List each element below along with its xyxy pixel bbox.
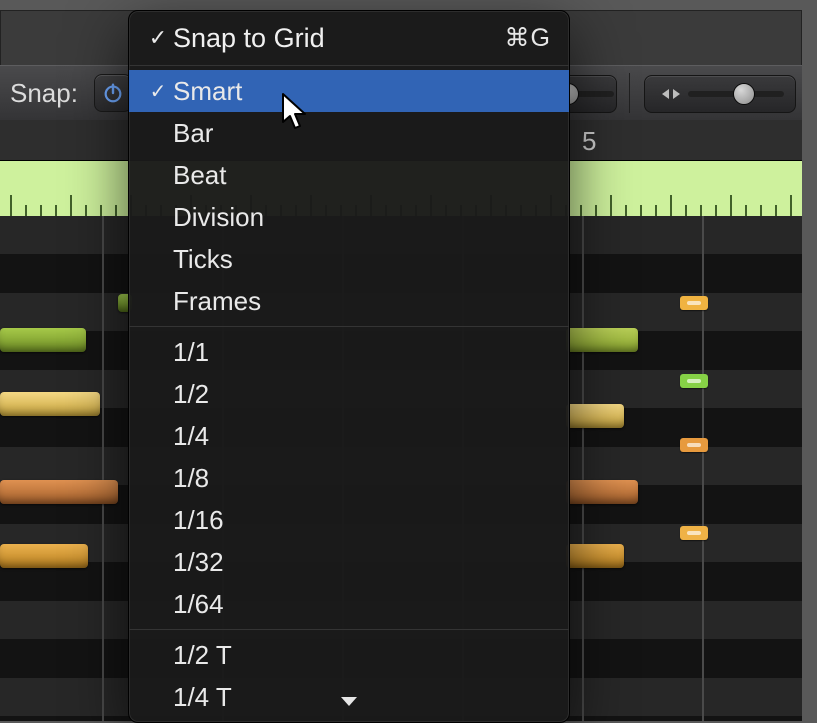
menu-item-label: 1/64	[173, 589, 224, 620]
menu-scroll-indicator[interactable]	[129, 696, 569, 716]
menu-item-label: Frames	[173, 286, 261, 317]
menu-item-label: 1/8	[173, 463, 209, 494]
menu-item-label: 1/2	[173, 379, 209, 410]
horizontal-zoom-slider[interactable]	[644, 75, 794, 111]
menu-item[interactable]: 1/2	[129, 373, 569, 415]
midi-note[interactable]	[680, 526, 708, 540]
midi-note[interactable]	[680, 374, 708, 388]
snap-label: Snap:	[6, 78, 78, 109]
menu-item[interactable]: Bar	[129, 112, 569, 154]
midi-note[interactable]	[566, 480, 638, 504]
midi-note[interactable]	[680, 438, 708, 452]
midi-note[interactable]	[680, 296, 708, 310]
check-icon: ✓	[143, 79, 173, 104]
snap-menu: ✓ Snap to Grid ⌘G ✓Smart Bar Beat Division T…	[128, 10, 570, 723]
zoom-controls	[535, 66, 802, 120]
power-icon	[102, 82, 124, 104]
menu-shortcut: ⌘G	[505, 23, 551, 53]
midi-note[interactable]	[0, 328, 86, 352]
midi-note[interactable]	[566, 404, 624, 428]
menu-item-label: 1/32	[173, 547, 224, 578]
separator	[629, 73, 630, 113]
menu-item[interactable]: 1/8	[129, 457, 569, 499]
check-icon: ✓	[143, 25, 173, 51]
menu-item-label: 1/2 T	[173, 640, 232, 671]
chevron-down-icon	[340, 696, 358, 708]
menu-item-label: Bar	[173, 118, 213, 149]
menu-item[interactable]: Division	[129, 196, 569, 238]
menu-item[interactable]: 1/1	[129, 331, 569, 373]
midi-note[interactable]	[566, 544, 624, 568]
menu-item-label: Ticks	[173, 244, 233, 275]
menu-item-label: 1/1	[173, 337, 209, 368]
leftright-icon	[660, 87, 682, 101]
menu-item-label: Division	[173, 202, 264, 233]
menu-item[interactable]: Ticks	[129, 238, 569, 280]
menu-item-label: 1/16	[173, 505, 224, 536]
menu-title: Snap to Grid	[173, 23, 505, 54]
menu-item[interactable]: 1/4	[129, 415, 569, 457]
menu-item-label: 1/4	[173, 421, 209, 452]
snap-power-button[interactable]	[94, 74, 132, 112]
menu-item[interactable]: 1/16	[129, 499, 569, 541]
menu-body: ✓Smart Bar Beat Division Ticks Frames 1/1 1/2 1/…	[129, 66, 569, 723]
menu-item-label: Smart	[173, 76, 242, 107]
menu-item[interactable]: ✓Smart	[129, 70, 569, 112]
menu-item[interactable]: Beat	[129, 154, 569, 196]
snap-menu-header[interactable]: ✓ Snap to Grid ⌘G	[129, 11, 569, 65]
midi-note[interactable]	[0, 544, 88, 568]
midi-note[interactable]	[566, 328, 638, 352]
menu-item[interactable]: 1/64	[129, 583, 569, 625]
midi-note[interactable]	[0, 392, 100, 416]
midi-note[interactable]	[0, 480, 118, 504]
menu-item[interactable]: 1/32	[129, 541, 569, 583]
menu-item-label: Beat	[173, 160, 227, 191]
menu-item[interactable]: Frames	[129, 280, 569, 322]
ruler-marker: 5	[582, 126, 596, 157]
menu-item[interactable]: 1/2 T	[129, 634, 569, 676]
